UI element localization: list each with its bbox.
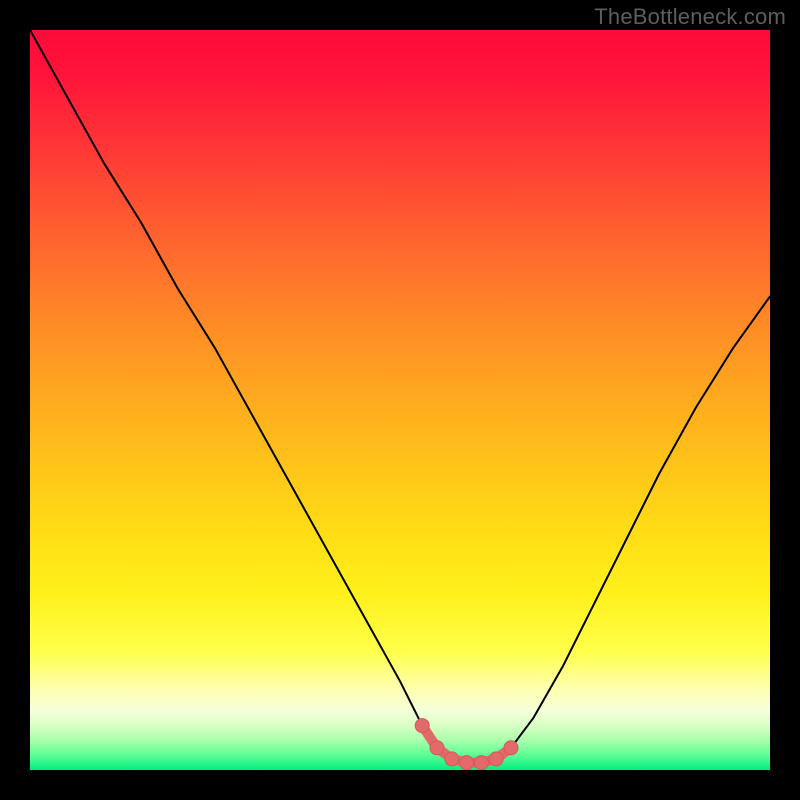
marker-dot xyxy=(430,741,444,755)
bottleneck-curve xyxy=(30,30,770,763)
watermark-text: TheBottleneck.com xyxy=(594,4,786,30)
plot-area xyxy=(30,30,770,770)
marker-dot xyxy=(460,756,474,770)
marker-dot xyxy=(504,741,518,755)
marker-dot xyxy=(474,756,488,770)
curve-layer xyxy=(30,30,770,770)
marker-dot xyxy=(445,752,459,766)
marker-dot xyxy=(415,719,429,733)
flat-region-markers xyxy=(415,719,518,770)
chart-frame: TheBottleneck.com xyxy=(0,0,800,800)
marker-dot xyxy=(489,752,503,766)
